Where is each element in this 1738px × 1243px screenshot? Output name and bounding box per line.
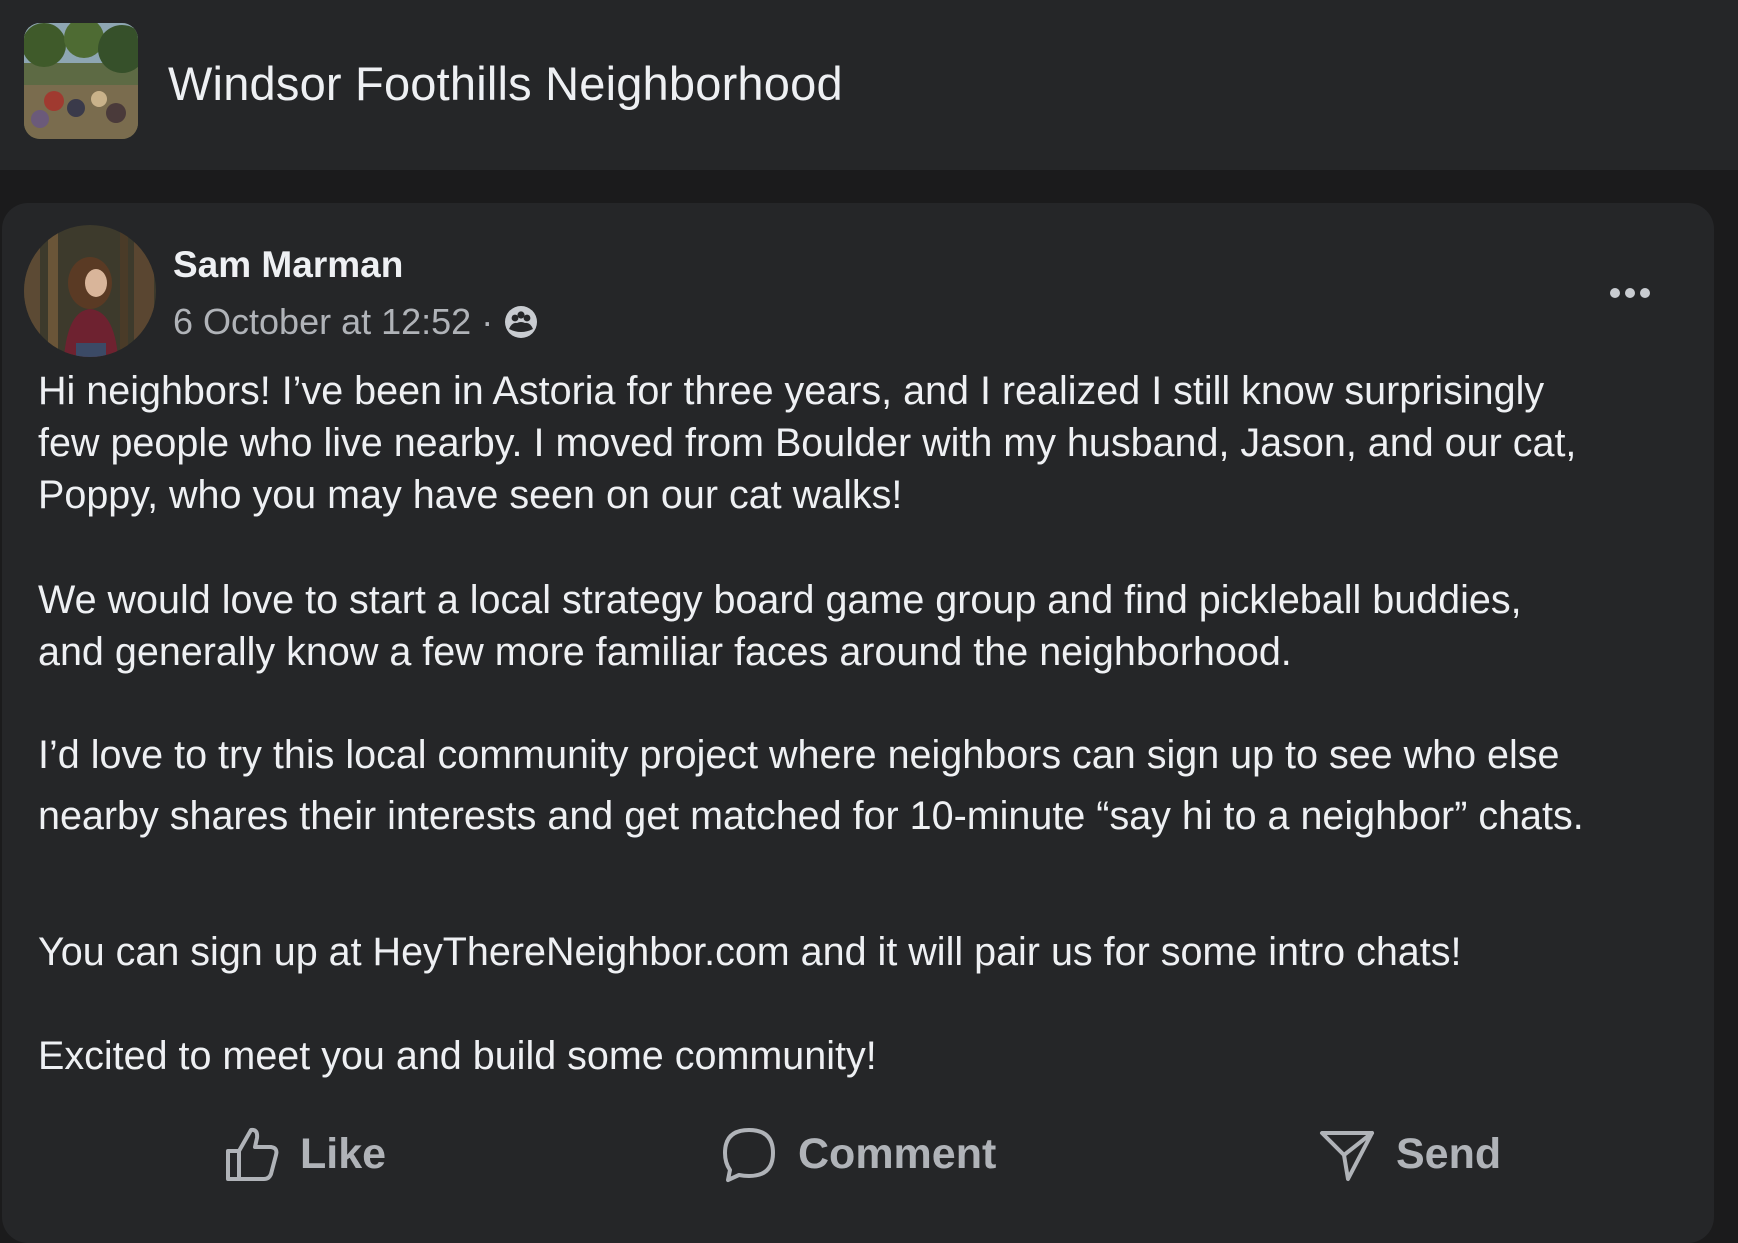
post-line: We would love to start a local strategy … [38, 578, 1522, 622]
post-paragraph: Hi neighbors! I’ve been in Astoria for t… [38, 365, 1576, 521]
post-line: I’d love to try this local community pro… [38, 733, 1560, 777]
more-options-icon-dot [1625, 288, 1635, 298]
send-icon [1320, 1131, 1374, 1181]
comment-button[interactable]: Comment [720, 1099, 996, 1209]
post-action-bar: Like Comment Send [2, 1099, 1714, 1209]
comment-icon [723, 1128, 775, 1182]
post-meta: 6 October at 12:52 · [173, 301, 539, 343]
group-header: Windsor Foothills Neighborhood [0, 0, 1738, 170]
post-paragraph: We would love to start a local strategy … [38, 574, 1522, 678]
more-options-icon-dot [1640, 288, 1650, 298]
post-line: You can sign up at HeyThereNeighbor.com … [38, 930, 1462, 974]
post-line: Excited to meet you and build some commu… [38, 1034, 877, 1078]
meta-separator: · [481, 301, 494, 342]
post-paragraph: You can sign up at HeyThereNeighbor.com … [38, 926, 1461, 978]
author-name[interactable]: Sam Marman [173, 244, 403, 286]
post-paragraph: Excited to meet you and build some commu… [38, 1030, 877, 1082]
comment-label: Comment [798, 1129, 997, 1178]
like-button[interactable]: Like [224, 1099, 386, 1209]
more-options-icon [1610, 288, 1620, 298]
post-paragraph: I’d love to try this local community pro… [38, 729, 1584, 842]
send-button[interactable]: Send [1318, 1099, 1501, 1209]
post-card: Sam Marman 6 October at 12:52 · Hi neigh… [2, 203, 1714, 1243]
post-timestamp[interactable]: 6 October at 12:52 [173, 301, 471, 343]
post-line: and generally know a few more familiar f… [38, 630, 1292, 674]
author-avatar[interactable] [24, 225, 156, 357]
members-icon[interactable] [503, 304, 539, 340]
post-line: nearby shares their interests and get ma… [38, 794, 1584, 838]
like-label: Like [300, 1129, 387, 1178]
group-avatar[interactable] [24, 23, 138, 139]
group-name[interactable]: Windsor Foothills Neighborhood [168, 56, 843, 111]
like-icon [226, 1127, 279, 1181]
send-label: Send [1396, 1129, 1502, 1178]
post-line: Hi neighbors! I’ve been in Astoria for t… [38, 369, 1545, 413]
post-line: Poppy, who you may have seen on our cat … [38, 473, 903, 517]
more-options-button[interactable] [1598, 275, 1662, 311]
post-line: few people who live nearby. I moved from… [38, 421, 1577, 465]
